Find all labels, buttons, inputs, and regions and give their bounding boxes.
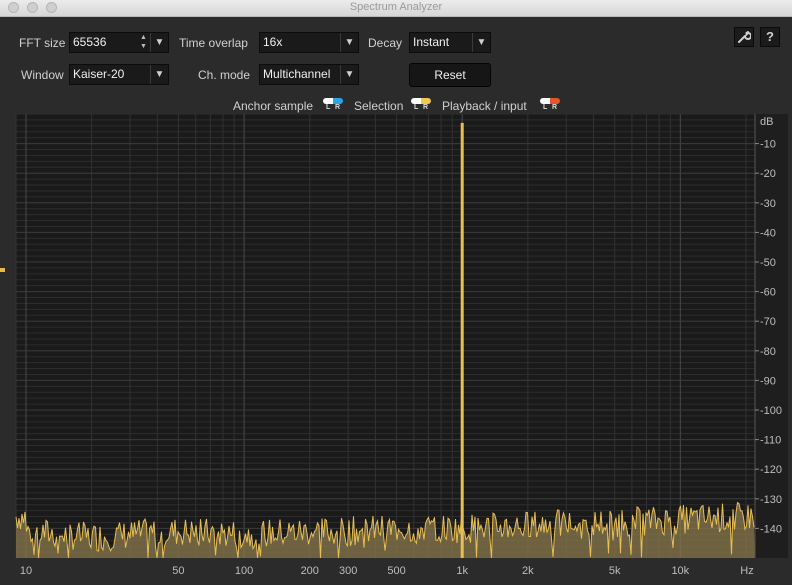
wrench-icon[interactable] xyxy=(734,27,754,47)
plot-background xyxy=(16,114,755,558)
decay-label: Decay xyxy=(368,36,403,50)
legend-l-label: L xyxy=(414,104,419,111)
y-tick-label: -20 xyxy=(760,168,776,180)
y-tick-label: -30 xyxy=(760,198,776,210)
ch-mode-select[interactable]: Multichannel ▼ xyxy=(259,64,359,85)
y-tick-label: -10 xyxy=(760,139,776,151)
time-overlap-value: 16x xyxy=(263,35,283,49)
fft-size-stepper-icon[interactable]: ▲ ▼ xyxy=(138,33,149,52)
fft-size-select[interactable]: 65536 ▲ ▼ ▼ xyxy=(69,32,169,53)
chevron-down-icon[interactable]: ▼ xyxy=(150,33,168,52)
x-tick-label: 500 xyxy=(387,565,405,577)
y-tick-label: -120 xyxy=(760,464,782,476)
legend-playback-swatch: LR xyxy=(540,98,560,112)
y-tick-label: -90 xyxy=(760,375,776,387)
x-tick-label: 50 xyxy=(172,565,184,577)
y-tick-label: -80 xyxy=(760,346,776,358)
legend-playback-label: Playback / input xyxy=(442,99,527,113)
time-overlap-label: Time overlap xyxy=(179,36,248,50)
help-icon[interactable]: ? xyxy=(760,27,780,47)
legend-anchor-label: Anchor sample xyxy=(233,99,314,113)
y-tick-label: -110 xyxy=(760,435,781,447)
chevron-down-icon[interactable]: ▼ xyxy=(340,33,358,52)
legend-r-label: R xyxy=(552,104,558,111)
window-title: Spectrum Analyzer xyxy=(349,1,443,13)
time-overlap-select[interactable]: 16x ▼ xyxy=(259,32,359,53)
decay-value: Instant xyxy=(413,35,450,49)
x-tick-label: 200 xyxy=(301,565,319,577)
fft-size-value: 65536 xyxy=(73,35,107,49)
spectrum-plot[interactable]: dB -10 -20 -30 -40 -50 -60 -70 -80 -90 -100 -110 -12… xyxy=(0,112,792,585)
window-select[interactable]: Kaiser-20 ▼ xyxy=(69,64,169,85)
decay-select[interactable]: Instant ▼ xyxy=(409,32,491,53)
x-tick-label: 10k xyxy=(671,565,689,577)
chevron-down-icon[interactable]: ▼ xyxy=(340,65,358,84)
ch-mode-value: Multichannel xyxy=(263,67,331,81)
chevron-down-icon[interactable]: ▼ xyxy=(472,33,490,52)
legend-l-label: L xyxy=(326,104,331,111)
y-tick-label: -40 xyxy=(760,227,776,239)
chevron-down-icon[interactable]: ▼ xyxy=(150,65,168,84)
legend-anchor-swatch: LR xyxy=(323,98,343,112)
ch-mode-label: Ch. mode xyxy=(198,68,251,82)
y-tick-label: -50 xyxy=(760,257,776,269)
peak-marker xyxy=(460,122,464,558)
x-tick-label: 300 xyxy=(339,565,357,577)
window-value: Kaiser-20 xyxy=(73,67,125,81)
y-tick-label: -140 xyxy=(760,523,782,535)
legend-selection-label: Selection xyxy=(354,99,404,113)
legend-r-label: R xyxy=(335,104,341,111)
y-tick-label: dB xyxy=(760,116,773,128)
x-tick-label: 10 xyxy=(20,565,32,577)
legend-selection-swatch: LR xyxy=(411,98,431,112)
legend-l-label: L xyxy=(543,104,548,111)
fft-size-label: FFT size xyxy=(19,36,66,50)
y-tick-label: -60 xyxy=(760,287,776,299)
y-axis-panel xyxy=(755,114,788,558)
x-tick-label: 100 xyxy=(235,565,253,577)
title-bar: Spectrum Analyzer xyxy=(0,0,792,17)
x-tick-label: 1k xyxy=(456,565,468,577)
legend-r-label: R xyxy=(423,104,429,111)
y-tick-label: -70 xyxy=(760,316,776,328)
window-label: Window xyxy=(21,68,64,82)
reset-button[interactable]: Reset xyxy=(409,63,491,87)
y-tick-label: -100 xyxy=(760,405,782,417)
y-tick-label: -130 xyxy=(760,494,782,506)
x-tick-label: Hz xyxy=(740,565,753,577)
x-tick-label: 5k xyxy=(609,565,621,577)
x-tick-label: 2k xyxy=(522,565,534,577)
